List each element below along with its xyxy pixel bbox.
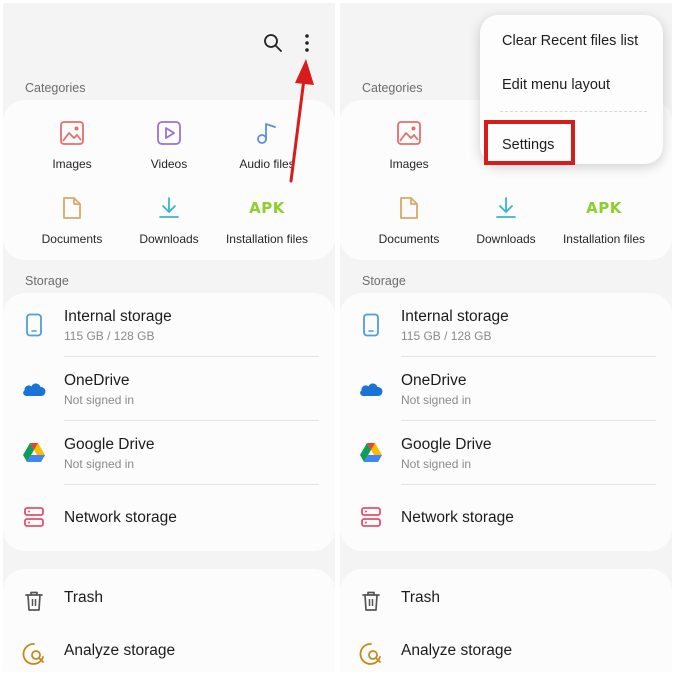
tools-title: Analyze storage: [64, 642, 176, 659]
google-drive-icon: [21, 440, 47, 466]
storage-item-network[interactable]: Network storage: [3, 485, 335, 549]
category-label: Documents: [378, 232, 440, 246]
category-label: Images: [389, 157, 429, 171]
phone-icon: [358, 312, 384, 338]
categories-heading: Categories: [362, 81, 423, 95]
storage-title: Network storage: [401, 509, 514, 526]
storage-title: Internal storage: [401, 308, 509, 325]
menu-divider: [500, 111, 647, 112]
storage-subtitle: 115 GB / 128 GB: [401, 329, 492, 343]
tools-item-analyze[interactable]: Analyze storage: [3, 622, 335, 672]
storage-subtitle: Not signed in: [401, 393, 472, 407]
storage-item-onedrive[interactable]: OneDrive Not signed in: [340, 357, 672, 421]
annotation-highlight-box: [484, 120, 575, 165]
storage-subtitle: Not signed in: [401, 457, 472, 471]
storage-title: Google Drive: [64, 436, 155, 453]
phone-icon: [21, 312, 47, 338]
trash-icon: [21, 588, 47, 614]
storage-title: OneDrive: [64, 372, 130, 389]
storage-item-onedrive[interactable]: OneDrive Not signed in: [3, 357, 335, 421]
document-icon: [359, 193, 459, 223]
onedrive-icon: [21, 376, 47, 402]
storage-item-network[interactable]: Network storage: [340, 485, 672, 549]
storage-heading: Storage: [25, 274, 69, 288]
storage-item-internal[interactable]: Internal storage 115 GB / 128 GB: [3, 293, 335, 357]
menu-item-clear-recent[interactable]: Clear Recent files list: [502, 33, 638, 49]
onedrive-icon: [358, 376, 384, 402]
storage-title: Google Drive: [401, 436, 492, 453]
storage-card: Internal storage 115 GB / 128 GB OneDriv…: [340, 293, 672, 551]
storage-item-google-drive[interactable]: Google Drive Not signed in: [3, 421, 335, 485]
category-label: Installation files: [562, 232, 646, 246]
network-storage-icon: [21, 504, 47, 530]
storage-title: Network storage: [64, 509, 177, 526]
menu-item-edit-layout[interactable]: Edit menu layout: [502, 77, 610, 93]
screen-left: Categories Images Videos Audio files Doc…: [3, 3, 335, 672]
storage-card: Internal storage 115 GB / 128 GB OneDriv…: [3, 293, 335, 551]
category-downloads[interactable]: Downloads: [456, 193, 556, 246]
category-label: Downloads: [476, 232, 536, 246]
category-installation-files[interactable]: APK Installation files: [554, 193, 654, 246]
screen-right: Categories Images Documents Downloads AP…: [340, 3, 672, 672]
analyze-storage-icon: [358, 641, 384, 667]
category-label: Documents: [41, 232, 103, 246]
category-images[interactable]: Images: [359, 118, 459, 171]
tools-title: Trash: [401, 589, 441, 606]
download-icon: [456, 193, 556, 223]
category-label: Downloads: [139, 232, 199, 246]
storage-subtitle: Not signed in: [64, 457, 135, 471]
storage-subtitle: 115 GB / 128 GB: [64, 329, 155, 343]
tools-title: Analyze storage: [401, 642, 513, 659]
storage-heading: Storage: [362, 274, 406, 288]
tools-card: Trash Analyze storage: [3, 569, 335, 672]
analyze-storage-icon: [21, 641, 47, 667]
tools-card: Trash Analyze storage: [340, 569, 672, 672]
storage-title: OneDrive: [401, 372, 467, 389]
network-storage-icon: [358, 504, 384, 530]
annotation-arrow: [289, 59, 314, 183]
category-label: Installation files: [225, 232, 309, 246]
storage-item-google-drive[interactable]: Google Drive Not signed in: [340, 421, 672, 485]
storage-item-internal[interactable]: Internal storage 115 GB / 128 GB: [340, 293, 672, 357]
google-drive-icon: [358, 440, 384, 466]
category-documents[interactable]: Documents: [359, 193, 459, 246]
tools-title: Trash: [64, 589, 104, 606]
trash-icon: [358, 588, 384, 614]
storage-title: Internal storage: [64, 308, 172, 325]
apk-icon: APK: [586, 199, 622, 217]
tools-item-analyze[interactable]: Analyze storage: [340, 622, 672, 672]
image-icon: [359, 118, 459, 148]
storage-subtitle: Not signed in: [64, 393, 135, 407]
